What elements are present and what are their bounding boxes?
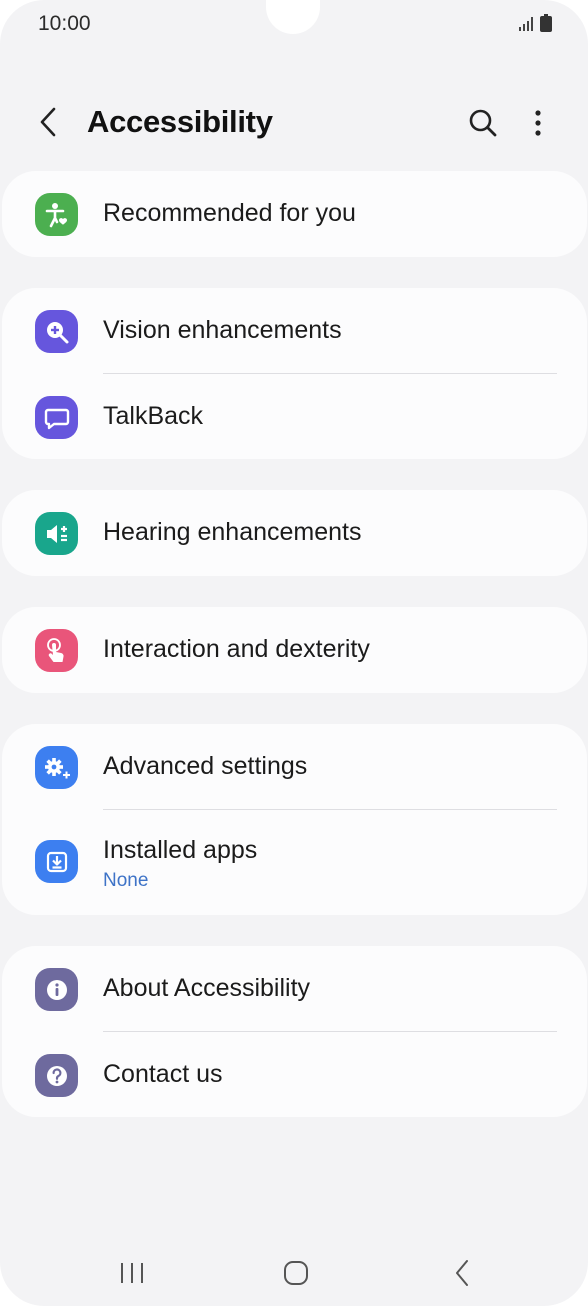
- speaker-plus-icon: [35, 512, 78, 555]
- list-item-sublabel: None: [103, 870, 149, 891]
- search-button[interactable]: [462, 102, 504, 144]
- settings-card-about: About Accessibility Contact us: [2, 946, 587, 1117]
- signal-icon: [519, 17, 533, 31]
- list-item-label: About Accessibility: [103, 974, 311, 1002]
- more-options-button[interactable]: [518, 102, 558, 144]
- settings-card-interaction: Interaction and dexterity: [2, 607, 587, 693]
- list-item-label: Interaction and dexterity: [103, 635, 370, 663]
- accessibility-person-icon: [35, 193, 78, 236]
- chevron-left-icon: [456, 1260, 468, 1286]
- list-item-label: TalkBack: [103, 402, 204, 430]
- settings-card-hearing: Hearing enhancements: [2, 490, 587, 576]
- home-button[interactable]: [274, 1256, 318, 1290]
- list-item-installed-apps[interactable]: Installed apps None: [2, 810, 587, 915]
- recent-apps-button[interactable]: [110, 1256, 154, 1290]
- settings-card-advanced: Advanced settings Installed apps None: [2, 724, 587, 915]
- gear-plus-icon: [35, 746, 78, 789]
- status-icons: [518, 14, 552, 32]
- status-bar: 10:00: [0, 0, 588, 50]
- nav-back-button[interactable]: [440, 1256, 484, 1290]
- list-item-vision-enhancements[interactable]: Vision enhancements: [2, 288, 587, 374]
- home-icon: [284, 1261, 308, 1285]
- settings-card-vision: Vision enhancements TalkBack: [2, 288, 587, 459]
- more-vertical-icon: [535, 110, 541, 136]
- back-button[interactable]: [28, 102, 68, 142]
- settings-card-recommended: Recommended for you: [2, 171, 587, 257]
- info-icon: [35, 968, 78, 1011]
- download-icon: [35, 840, 78, 883]
- battery-icon: [540, 14, 552, 32]
- question-icon: [35, 1054, 78, 1097]
- recent-apps-icon: [121, 1263, 143, 1283]
- speech-bubble-icon: [35, 396, 78, 439]
- list-item-label: Installed apps: [103, 836, 258, 864]
- navigation-bar: [0, 1250, 588, 1294]
- list-item-label: Vision enhancements: [103, 316, 342, 344]
- chevron-left-icon: [40, 107, 56, 137]
- page-title: Accessibility: [87, 104, 273, 139]
- list-item-interaction-dexterity[interactable]: Interaction and dexterity: [2, 607, 587, 693]
- app-bar: Accessibility: [0, 88, 588, 156]
- list-item-hearing-enhancements[interactable]: Hearing enhancements: [2, 490, 587, 576]
- search-icon: [469, 109, 497, 137]
- list-item-label: Hearing enhancements: [103, 518, 362, 546]
- magnify-plus-icon: [35, 310, 78, 353]
- list-item-advanced-settings[interactable]: Advanced settings: [2, 724, 587, 810]
- phone-screen: 10:00 Accessibility Recommended for you …: [0, 0, 588, 1306]
- list-item-label: Contact us: [103, 1060, 223, 1088]
- list-item-recommended[interactable]: Recommended for you: [2, 171, 587, 257]
- list-item-label: Recommended for you: [103, 199, 356, 227]
- list-item-label: Advanced settings: [103, 752, 308, 780]
- list-item-talkback[interactable]: TalkBack: [2, 374, 587, 460]
- list-item-contact-us[interactable]: Contact us: [2, 1032, 587, 1118]
- status-time: 10:00: [38, 12, 91, 35]
- list-item-about-accessibility[interactable]: About Accessibility: [2, 946, 587, 1032]
- touch-hand-icon: [35, 629, 78, 672]
